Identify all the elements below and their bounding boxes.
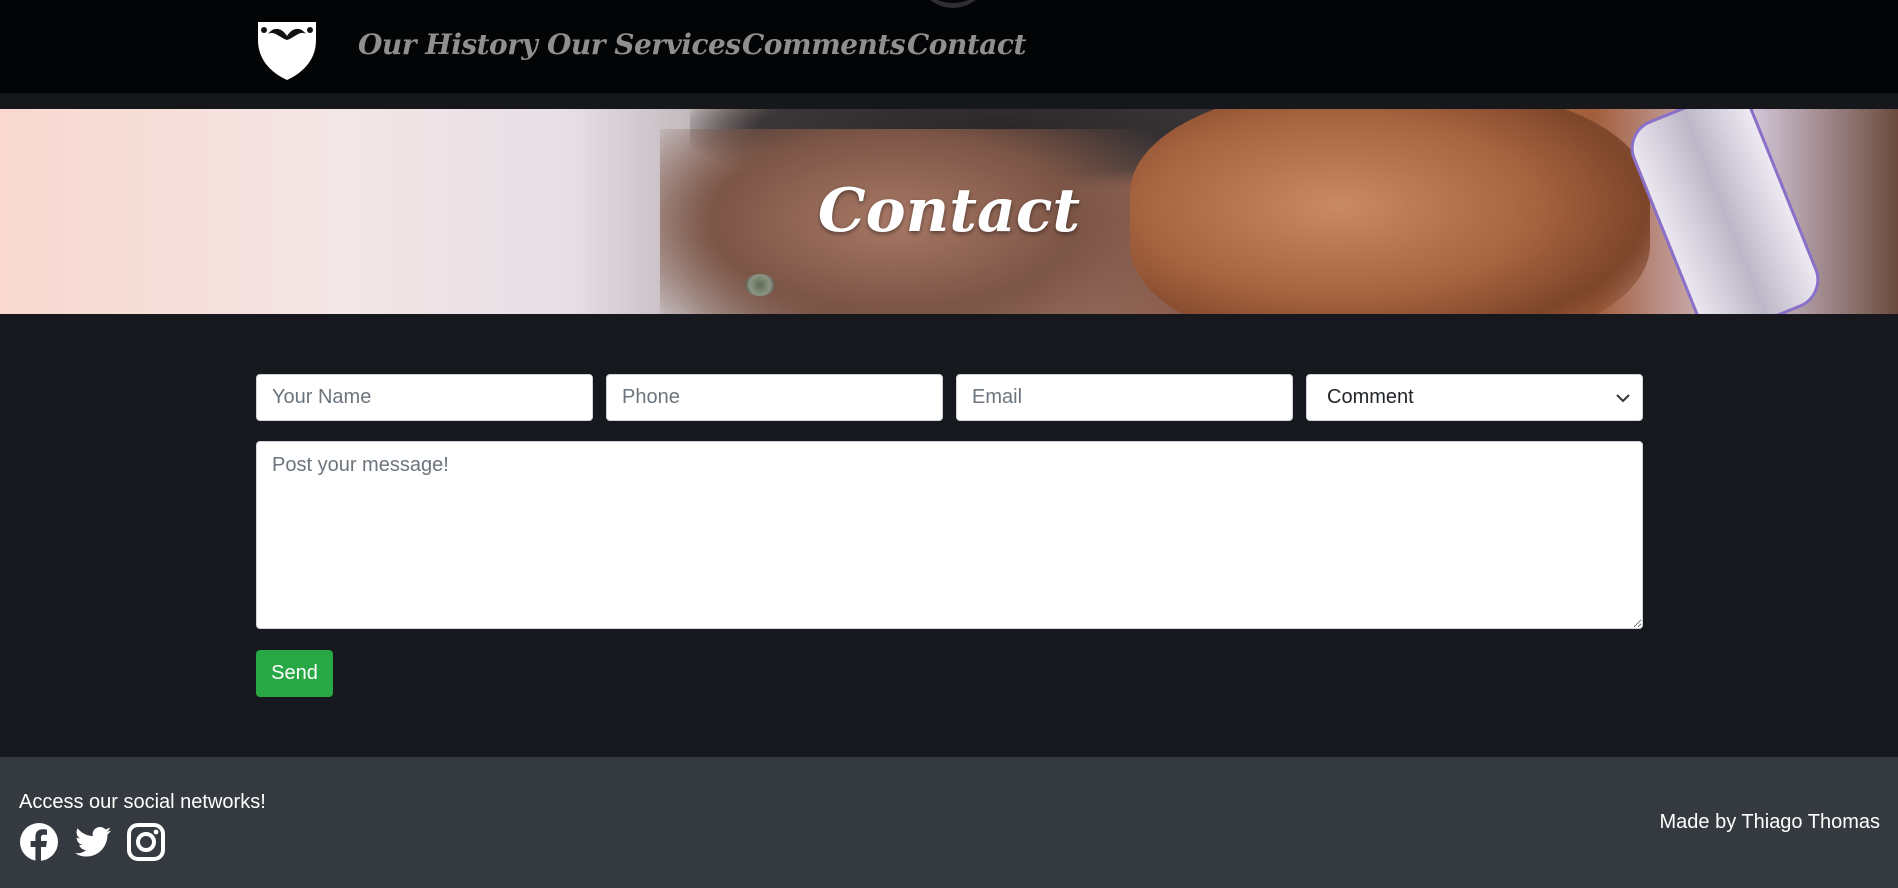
nav-decoration: [917, 0, 989, 8]
nav-divider-strip: [0, 94, 1898, 109]
hero-image-eye: [745, 274, 775, 296]
social-networks-text: Access our social networks!: [19, 791, 266, 813]
name-input[interactable]: [256, 374, 593, 421]
message-type-select[interactable]: Comment: [1306, 374, 1643, 421]
nav-link-contact[interactable]: Contact: [907, 28, 1026, 61]
author-credit: Made by Thiago Thomas: [1659, 811, 1881, 833]
phone-input[interactable]: [606, 374, 943, 421]
navbar: Our History Our Services Comments Contac…: [0, 0, 1898, 94]
nav-link-our-history[interactable]: Our History: [358, 28, 538, 61]
send-button[interactable]: Send: [256, 650, 333, 697]
nav-link-comments[interactable]: Comments: [742, 28, 906, 61]
message-type-selected: Comment: [1327, 386, 1414, 408]
nav-link-our-services[interactable]: Our Services: [547, 28, 741, 61]
twitter-icon[interactable]: [73, 822, 113, 862]
email-input[interactable]: [956, 374, 1293, 421]
facebook-icon[interactable]: [19, 822, 59, 862]
chevron-down-icon: [1616, 390, 1630, 406]
beard-logo-icon[interactable]: [254, 14, 320, 80]
page-title: Contact: [817, 176, 1081, 246]
instagram-icon[interactable]: [126, 822, 166, 862]
message-textarea[interactable]: [256, 441, 1643, 629]
footer: Access our social networks! Made by Thia…: [0, 757, 1898, 888]
